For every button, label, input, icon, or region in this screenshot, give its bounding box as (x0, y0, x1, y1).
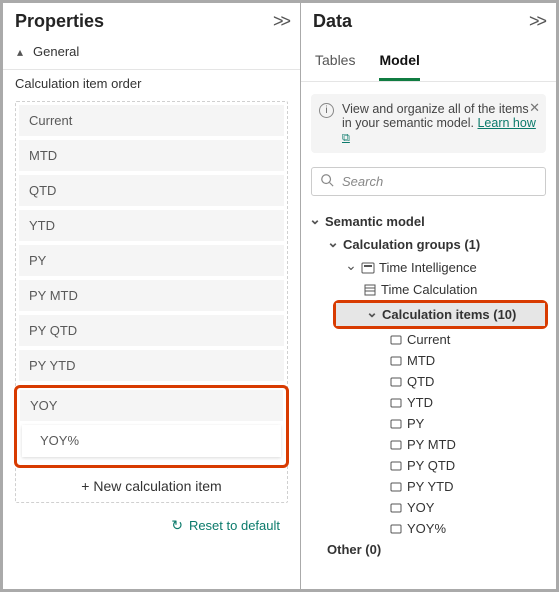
tree-node-calc-items[interactable]: Calculation items (10) (336, 303, 545, 326)
item-icon (389, 481, 403, 493)
item-icon (389, 355, 403, 367)
new-calculation-item-button[interactable]: + New calculation item (16, 468, 287, 502)
item-icon (389, 460, 403, 472)
info-icon: i (319, 103, 334, 118)
order-item[interactable]: PY QTD (19, 315, 284, 347)
search-placeholder: Search (342, 174, 383, 189)
tree-node-time-calculation[interactable]: Time Calculation (305, 279, 554, 300)
chevron-down-icon (345, 259, 357, 276)
item-icon (389, 376, 403, 388)
tree-item[interactable]: QTD (305, 371, 554, 392)
order-item[interactable]: PY MTD (19, 280, 284, 312)
tree-node-calc-groups[interactable]: Calculation groups (1) (305, 233, 554, 256)
highlight-box: YOY YOY% (14, 385, 289, 468)
search-icon (320, 173, 334, 190)
tab-tables[interactable]: Tables (315, 44, 355, 81)
highlight-box: Calculation items (10) (333, 300, 548, 329)
reset-to-default-button[interactable]: ↻ Reset to default (3, 507, 300, 534)
tree-item[interactable]: YOY (305, 497, 554, 518)
group-icon (361, 262, 375, 274)
tabs: Tables Model (301, 44, 556, 82)
item-icon (389, 502, 403, 514)
properties-title: Properties (15, 11, 104, 32)
tree-item[interactable]: PY MTD (305, 434, 554, 455)
order-item[interactable]: PY (19, 245, 284, 277)
order-item[interactable]: YOY (20, 390, 283, 422)
order-item[interactable]: Current (19, 105, 284, 137)
tree-item[interactable]: PY YTD (305, 476, 554, 497)
properties-pane: Properties >> ▴ General Calculation item… (3, 3, 301, 589)
order-item[interactable]: YTD (19, 210, 284, 242)
chevron-down-icon (309, 213, 321, 230)
reset-icon: ↻ (171, 517, 183, 534)
tree-item[interactable]: PY (305, 413, 554, 434)
tree-item[interactable]: Current (305, 329, 554, 350)
general-section-toggle[interactable]: ▴ General (3, 34, 300, 70)
model-tree: Semantic model Calculation groups (1) Ti… (305, 210, 554, 560)
tree-node-other[interactable]: Other (0) (305, 539, 554, 560)
tab-model[interactable]: Model (379, 44, 419, 81)
general-label: General (33, 44, 79, 59)
tree-item[interactable]: YTD (305, 392, 554, 413)
reset-label: Reset to default (189, 518, 280, 533)
external-link-icon: ⧉ (342, 132, 350, 144)
data-header: Data >> (301, 3, 556, 34)
properties-header: Properties >> (3, 3, 300, 34)
chevron-down-icon (366, 306, 378, 323)
collapse-icon[interactable]: >> (273, 11, 288, 32)
item-icon (389, 523, 403, 535)
collapse-icon[interactable]: >> (529, 11, 544, 32)
chevron-down-icon (327, 236, 339, 253)
column-icon (363, 284, 377, 296)
chevron-up-icon: ▴ (17, 45, 23, 59)
order-label: Calculation item order (3, 70, 300, 97)
order-item[interactable]: PY YTD (19, 350, 284, 382)
calculation-order-list: Current MTD QTD YTD PY PY MTD PY QTD PY … (15, 101, 288, 503)
order-item[interactable]: QTD (19, 175, 284, 207)
info-text-wrap: View and organize all of the items in yo… (342, 102, 538, 145)
tree-item[interactable]: YOY% (305, 518, 554, 539)
data-pane: Data >> Tables Model i View and organize… (301, 3, 556, 589)
tree-node-time-intelligence[interactable]: Time Intelligence (305, 256, 554, 279)
item-icon (389, 439, 403, 451)
search-input[interactable]: Search (311, 167, 546, 196)
tree-item[interactable]: PY QTD (305, 455, 554, 476)
data-title: Data (313, 11, 352, 32)
tree-node-semantic-model[interactable]: Semantic model (305, 210, 554, 233)
tree-item[interactable]: MTD (305, 350, 554, 371)
item-icon (389, 418, 403, 430)
order-item[interactable]: MTD (19, 140, 284, 172)
info-banner: i View and organize all of the items in … (311, 94, 546, 153)
close-icon[interactable]: ✕ (529, 100, 540, 116)
item-icon (389, 397, 403, 409)
order-item-editing[interactable]: YOY% (22, 425, 281, 457)
item-icon (389, 334, 403, 346)
